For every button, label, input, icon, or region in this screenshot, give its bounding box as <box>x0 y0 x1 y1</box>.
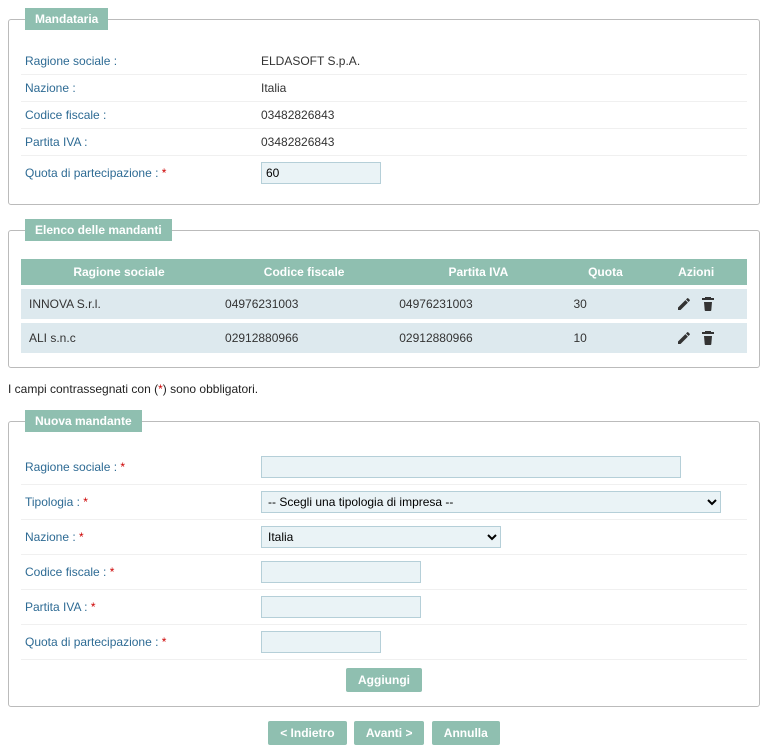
mandataria-fieldset: Mandataria Ragione sociale : ELDASOFT S.… <box>8 8 760 205</box>
required-mark: * <box>120 460 125 474</box>
required-mark: * <box>91 600 96 614</box>
annulla-button[interactable]: Annulla <box>432 721 500 745</box>
nuova-piva-row: Partita IVA : * <box>21 590 747 625</box>
nuova-tipologia-row: Tipologia : * -- Scegli una tipologia di… <box>21 485 747 520</box>
indietro-button[interactable]: < Indietro <box>268 721 346 745</box>
nuova-mandante-legend: Nuova mandante <box>25 410 142 432</box>
required-note-pre: I campi contrassegnati con ( <box>8 382 158 396</box>
nuova-codfisc-row: Codice fiscale : * <box>21 555 747 590</box>
nuova-piva-label: Partita IVA : * <box>21 600 261 614</box>
nuova-codfisc-input[interactable] <box>261 561 421 583</box>
required-mark: * <box>83 495 88 509</box>
nuova-quota-cell <box>261 631 747 653</box>
mandataria-codfisc-label: Codice fiscale : <box>21 108 261 122</box>
nuova-ragione-row: Ragione sociale : * <box>21 450 747 485</box>
mandanti-th-ragione: Ragione sociale <box>21 259 217 287</box>
mandataria-codfisc-value: 03482826843 <box>261 108 747 122</box>
nuova-codfisc-label: Codice fiscale : * <box>21 565 261 579</box>
edit-icon[interactable] <box>676 296 692 312</box>
nuova-codfisc-label-text: Codice fiscale : <box>25 565 110 579</box>
mandataria-piva-row: Partita IVA : 03482826843 <box>21 129 747 156</box>
nuova-tipologia-label: Tipologia : * <box>21 495 261 509</box>
cell-piva: 02912880966 <box>391 321 565 353</box>
delete-icon[interactable] <box>700 296 716 312</box>
nuova-ragione-label-text: Ragione sociale : <box>25 460 120 474</box>
mandanti-fieldset: Elenco delle mandanti Ragione sociale Co… <box>8 219 760 368</box>
required-mark: * <box>110 565 115 579</box>
table-row: INNOVA S.r.l.049762310030497623100330 <box>21 287 747 321</box>
nuova-quota-input[interactable] <box>261 631 381 653</box>
nuova-codfisc-cell <box>261 561 747 583</box>
mandataria-quota-value-cell <box>261 162 747 184</box>
required-note: I campi contrassegnati con (*) sono obbl… <box>8 382 760 396</box>
required-note-post: ) sono obbligatori. <box>163 382 258 396</box>
mandataria-quota-row: Quota di partecipazione : * <box>21 156 747 190</box>
required-mark: * <box>79 530 84 544</box>
mandanti-legend: Elenco delle mandanti <box>25 219 172 241</box>
nuova-quota-row: Quota di partecipazione : * <box>21 625 747 660</box>
cell-quota: 30 <box>565 287 645 321</box>
table-row: ALI s.n.c029128809660291288096610 <box>21 321 747 353</box>
cell-ragione: ALI s.n.c <box>21 321 217 353</box>
mandataria-legend: Mandataria <box>25 8 108 30</box>
mandataria-ragione-value: ELDASOFT S.p.A. <box>261 54 747 68</box>
nuova-piva-input[interactable] <box>261 596 421 618</box>
nuova-tipologia-label-text: Tipologia : <box>25 495 83 509</box>
cell-codfisc: 04976231003 <box>217 287 391 321</box>
nuova-nazione-cell: Italia <box>261 526 747 548</box>
cell-piva: 04976231003 <box>391 287 565 321</box>
mandataria-nazione-label: Nazione : <box>21 81 261 95</box>
nuova-piva-label-text: Partita IVA : <box>25 600 91 614</box>
mandataria-piva-label: Partita IVA : <box>21 135 261 149</box>
cell-ragione: INNOVA S.r.l. <box>21 287 217 321</box>
nuova-piva-cell <box>261 596 747 618</box>
cell-azioni <box>645 287 747 321</box>
cell-azioni <box>645 321 747 353</box>
mandataria-quota-input[interactable] <box>261 162 381 184</box>
cell-codfisc: 02912880966 <box>217 321 391 353</box>
nuova-nazione-label: Nazione : * <box>21 530 261 544</box>
mandataria-codfisc-row: Codice fiscale : 03482826843 <box>21 102 747 129</box>
mandanti-th-azioni: Azioni <box>645 259 747 287</box>
mandataria-nazione-row: Nazione : Italia <box>21 75 747 102</box>
mandanti-table: Ragione sociale Codice fiscale Partita I… <box>21 259 747 353</box>
mandanti-th-codfisc: Codice fiscale <box>217 259 391 287</box>
mandataria-ragione-label: Ragione sociale : <box>21 54 261 68</box>
mandataria-quota-label: Quota di partecipazione : * <box>21 166 261 180</box>
mandataria-ragione-row: Ragione sociale : ELDASOFT S.p.A. <box>21 48 747 75</box>
aggiungi-button[interactable]: Aggiungi <box>346 668 422 692</box>
mandanti-header-row: Ragione sociale Codice fiscale Partita I… <box>21 259 747 287</box>
nuova-nazione-row: Nazione : * Italia <box>21 520 747 555</box>
nuova-ragione-cell <box>261 456 747 478</box>
edit-icon[interactable] <box>676 330 692 346</box>
nuova-ragione-label: Ragione sociale : * <box>21 460 261 474</box>
required-mark: * <box>162 635 167 649</box>
nuova-ragione-input[interactable] <box>261 456 681 478</box>
mandataria-nazione-value: Italia <box>261 81 747 95</box>
mandanti-th-piva: Partita IVA <box>391 259 565 287</box>
nuova-tipologia-cell: -- Scegli una tipologia di impresa -- <box>261 491 747 513</box>
nuova-quota-label-text: Quota di partecipazione : <box>25 635 162 649</box>
nav-buttons: < Indietro Avanti > Annulla <box>8 721 760 745</box>
nuova-tipologia-select[interactable]: -- Scegli una tipologia di impresa -- <box>261 491 721 513</box>
mandataria-quota-label-text: Quota di partecipazione : <box>25 166 162 180</box>
delete-icon[interactable] <box>700 330 716 346</box>
nuova-nazione-label-text: Nazione : <box>25 530 79 544</box>
cell-quota: 10 <box>565 321 645 353</box>
mandanti-th-quota: Quota <box>565 259 645 287</box>
required-mark: * <box>162 166 167 180</box>
nuova-nazione-select[interactable]: Italia <box>261 526 501 548</box>
avanti-button[interactable]: Avanti > <box>354 721 425 745</box>
nuova-mandante-fieldset: Nuova mandante Ragione sociale : * Tipol… <box>8 410 760 707</box>
nuova-add-row: Aggiungi <box>21 660 747 692</box>
mandataria-piva-value: 03482826843 <box>261 135 747 149</box>
nuova-quota-label: Quota di partecipazione : * <box>21 635 261 649</box>
